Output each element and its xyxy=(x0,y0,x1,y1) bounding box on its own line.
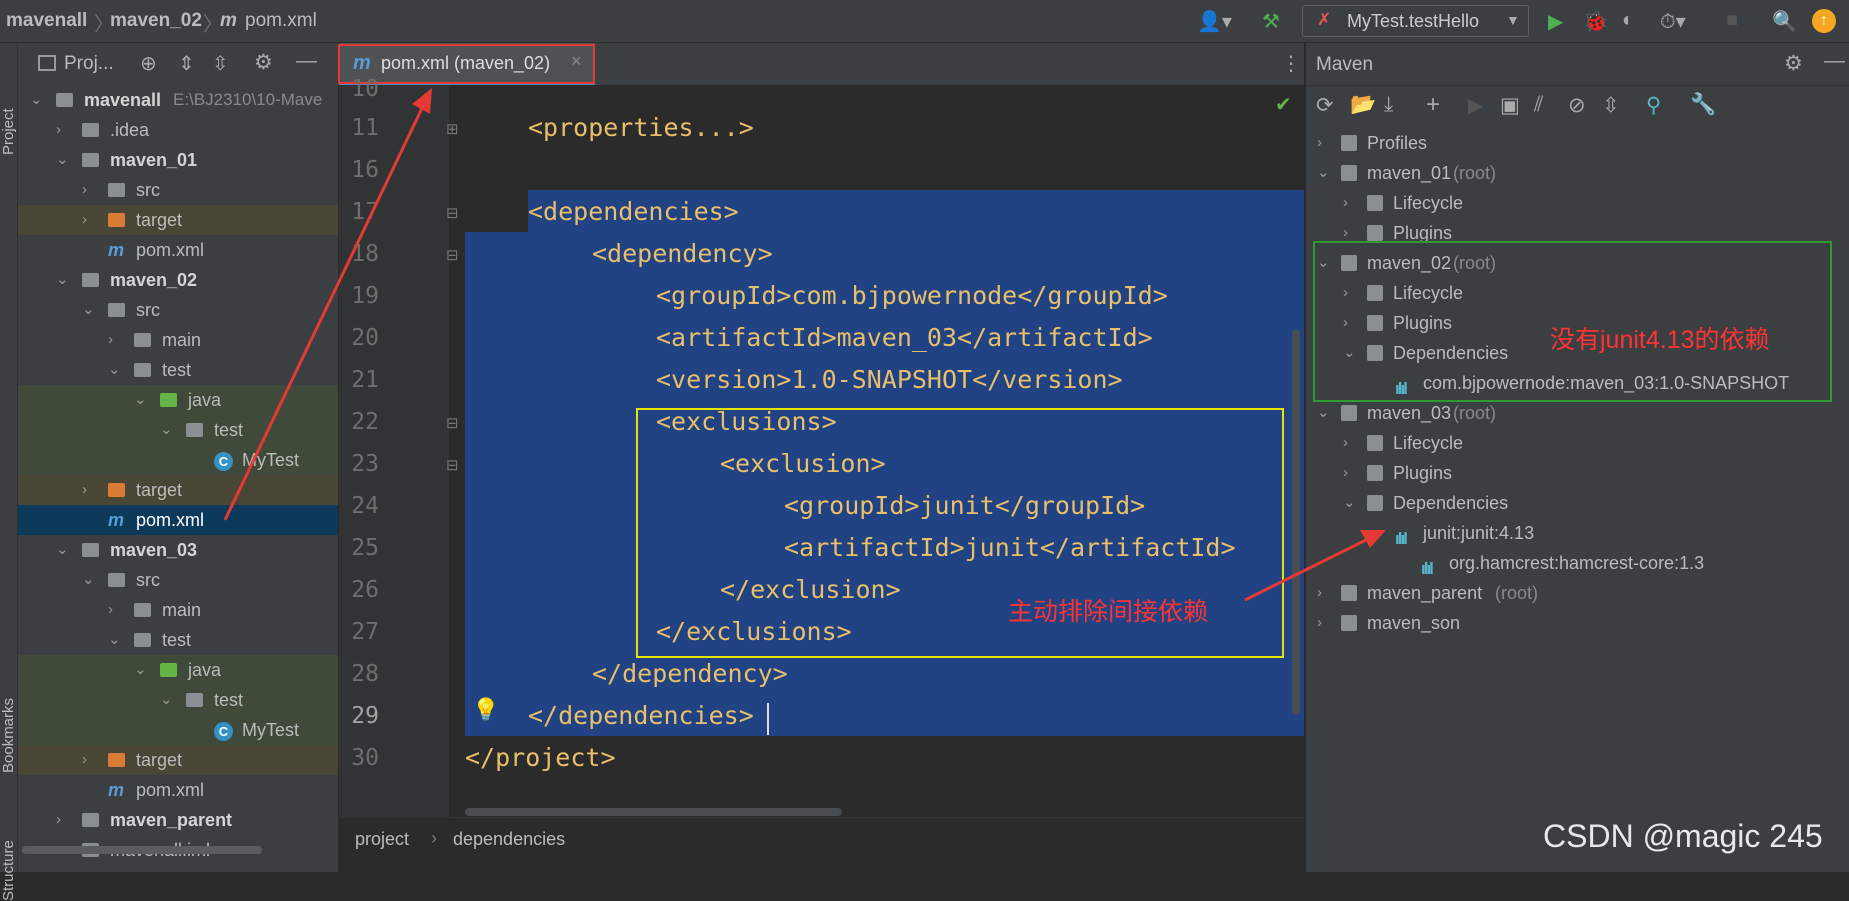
arrow-head xyxy=(1360,530,1386,548)
arrow-line-to-tab xyxy=(223,101,427,521)
arrow-line-to-junit xyxy=(1244,536,1371,602)
watermark: CSDN @magic 245 xyxy=(1543,818,1823,854)
annotation-arrows xyxy=(223,88,1386,602)
